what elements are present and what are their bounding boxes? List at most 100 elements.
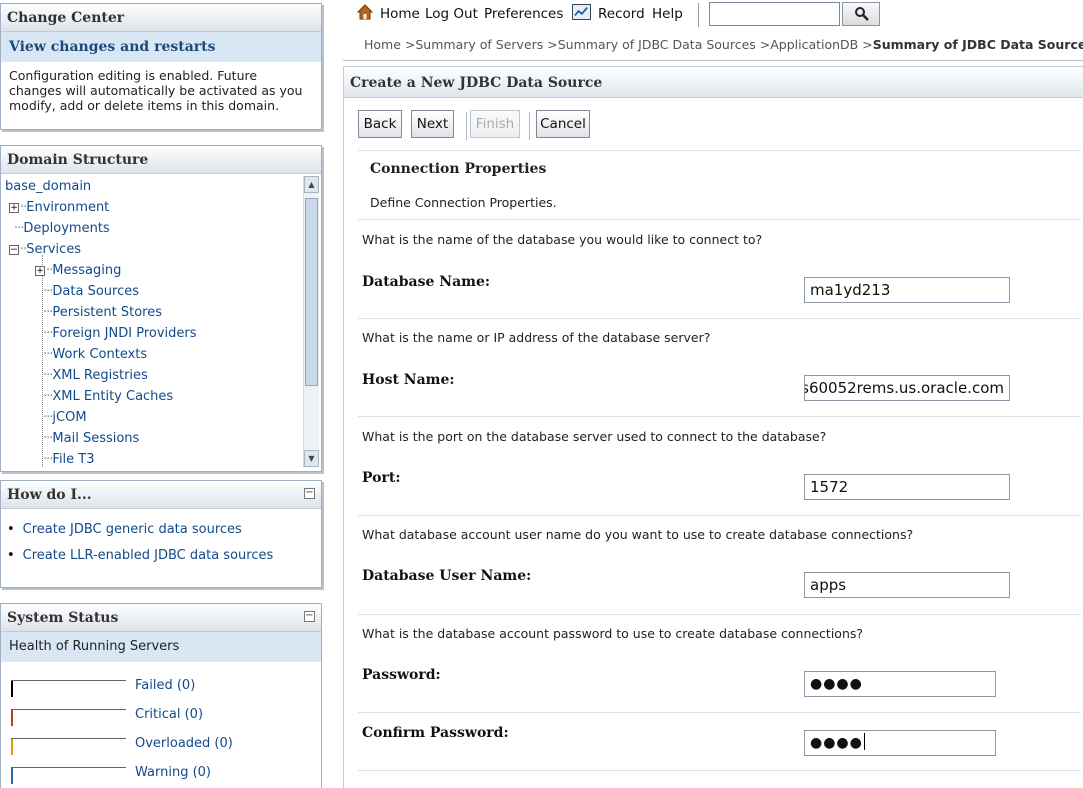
divider xyxy=(358,515,1081,516)
health-link-overloaded[interactable]: Overloaded (0) xyxy=(135,736,233,751)
domain-structure-panel: Domain Structure base_domain + ··Environm… xyxy=(0,145,322,472)
password-input[interactable]: ●●●● xyxy=(804,671,996,697)
tree-item-label: Environment xyxy=(26,200,110,215)
text-caret xyxy=(863,733,865,750)
record-link[interactable]: Record xyxy=(598,6,645,22)
tree-item-base-domain[interactable]: base_domain xyxy=(5,176,91,197)
health-bar xyxy=(11,709,126,726)
breadcrumb: Home >Summary of Servers >Summary of JDB… xyxy=(364,37,1083,52)
tree-item-work-contexts[interactable]: ···Work Contexts xyxy=(43,344,147,365)
weblogic-console: Change Center View changes and restarts … xyxy=(0,0,1083,788)
breadcrumb-current: Summary of JDBC Data Sources xyxy=(872,37,1083,52)
health-bar xyxy=(11,767,126,784)
tree-item-jcom[interactable]: ···jCOM xyxy=(43,407,87,428)
next-button[interactable]: Next xyxy=(411,110,454,138)
database-name-input[interactable]: ma1yd213 xyxy=(804,277,1010,303)
label-confirm-password: Confirm Password: xyxy=(362,725,509,741)
record-icon[interactable] xyxy=(572,4,591,20)
tree-item-persistent-stores[interactable]: ···Persistent Stores xyxy=(43,302,162,323)
tree-item-messaging[interactable]: + ··Messaging xyxy=(35,260,121,281)
expand-icon[interactable]: + xyxy=(35,266,45,276)
health-bar xyxy=(11,738,126,755)
system-status-title: System Status − xyxy=(1,604,321,632)
question-database-name: What is the name of the database you wou… xyxy=(362,232,763,247)
expand-icon[interactable]: + xyxy=(9,203,19,213)
how-link-create-generic[interactable]: Create JDBC generic data sources xyxy=(7,517,315,543)
tree-item-label: Messaging xyxy=(52,263,122,278)
how-do-i-title: How do I... − xyxy=(1,481,321,509)
divider xyxy=(358,416,1081,417)
divider xyxy=(358,614,1081,615)
tree-item-label: XML Registries xyxy=(52,368,148,383)
tree-item-data-sources[interactable]: ···Data Sources xyxy=(43,281,139,302)
how-do-i-list: Create JDBC generic data sources Create … xyxy=(1,509,321,577)
breadcrumb-home[interactable]: Home > xyxy=(364,37,415,52)
main-content: Create a New JDBC Data Source Back Next … xyxy=(343,66,1083,788)
label-host-name: Host Name: xyxy=(362,372,455,388)
port-input[interactable]: 1572 xyxy=(804,474,1010,500)
health-link-warning[interactable]: Warning (0) xyxy=(135,765,211,780)
home-link[interactable]: Home xyxy=(380,6,420,22)
breadcrumb-jdbc[interactable]: Summary of JDBC Data Sources > xyxy=(558,37,770,52)
tree-item-mail-sessions[interactable]: ···Mail Sessions xyxy=(43,428,139,449)
how-do-i-panel: How do I... − Create JDBC generic data s… xyxy=(0,480,322,588)
system-status-panel: System Status − Health of Running Server… xyxy=(0,603,322,788)
how-do-i-title-text: How do I... xyxy=(7,487,92,503)
collapse-icon[interactable]: − xyxy=(304,488,315,499)
back-button[interactable]: Back xyxy=(358,110,402,138)
search-icon xyxy=(855,7,869,21)
tree-scrollbar[interactable]: ▲ ▼ xyxy=(303,176,319,467)
finish-button[interactable]: Finish xyxy=(470,110,520,138)
system-status-title-text: System Status xyxy=(7,610,119,626)
how-link-create-llr[interactable]: Create LLR-enabled JDBC data sources xyxy=(7,543,315,569)
user-name-input[interactable]: apps xyxy=(804,572,1010,598)
tree-item-foreign-jndi[interactable]: ···Foreign JNDI Providers xyxy=(43,323,197,344)
tree-item-label: XML Entity Caches xyxy=(52,389,174,404)
home-icon[interactable] xyxy=(357,4,373,20)
tree-item-label: Services xyxy=(26,242,82,257)
collapse-icon[interactable]: − xyxy=(304,611,315,622)
health-subtitle: Health of Running Servers xyxy=(1,632,321,662)
breadcrumb-appdb[interactable]: ApplicationDB > xyxy=(770,37,873,52)
confirm-password-value: ●●●● xyxy=(810,735,863,751)
collapse-tree-icon[interactable]: − xyxy=(9,245,19,255)
tree-item-label: Foreign JNDI Providers xyxy=(52,326,197,341)
divider xyxy=(358,219,1081,220)
health-bar xyxy=(11,680,126,697)
health-row-failed: Failed (0) xyxy=(11,676,311,698)
label-user-name: Database User Name: xyxy=(362,568,532,584)
change-center-panel: Change Center View changes and restarts … xyxy=(0,3,322,130)
domain-tree: base_domain + ··Environment ···Deployment… xyxy=(1,176,301,467)
page-title: Create a New JDBC Data Source xyxy=(344,66,1083,98)
divider xyxy=(358,150,1081,151)
host-name-input[interactable]: s60052rems.us.oracle.com xyxy=(804,375,1010,401)
divider xyxy=(358,770,1081,771)
button-divider xyxy=(529,112,530,140)
logout-link[interactable]: Log Out xyxy=(425,6,478,22)
scroll-thumb[interactable] xyxy=(305,198,318,386)
domain-structure-title: Domain Structure xyxy=(1,146,321,174)
view-changes-link[interactable]: View changes and restarts xyxy=(1,32,321,62)
health-link-critical[interactable]: Critical (0) xyxy=(135,707,203,722)
tree-item-services[interactable]: − ··Services xyxy=(9,239,81,260)
health-row-overloaded: Overloaded (0) xyxy=(11,734,311,756)
tree-item-file-t3[interactable]: ···File T3 xyxy=(43,449,95,467)
tree-item-environment[interactable]: + ··Environment xyxy=(9,197,109,218)
search-input[interactable] xyxy=(709,2,840,26)
tree-item-xml-entity-caches[interactable]: ···XML Entity Caches xyxy=(43,386,173,407)
health-link-failed[interactable]: Failed (0) xyxy=(135,678,195,693)
scroll-up-icon[interactable]: ▲ xyxy=(304,176,319,193)
preferences-link[interactable]: Preferences xyxy=(484,6,563,22)
breadcrumb-servers[interactable]: Summary of Servers > xyxy=(415,37,557,52)
search-button[interactable] xyxy=(842,2,880,26)
help-link[interactable]: Help xyxy=(652,6,683,22)
confirm-password-input[interactable]: ●●●● xyxy=(804,730,996,756)
divider xyxy=(358,712,1081,713)
left-column: Change Center View changes and restarts … xyxy=(0,0,325,788)
tree-item-deployments[interactable]: ···Deployments xyxy=(14,218,110,239)
tree-item-xml-registries[interactable]: ···XML Registries xyxy=(43,365,148,386)
scroll-down-icon[interactable]: ▼ xyxy=(304,450,319,467)
health-row-warning: Warning (0) xyxy=(11,763,311,785)
cancel-button[interactable]: Cancel xyxy=(536,110,590,138)
change-center-message: Configuration editing is enabled. Future… xyxy=(9,68,303,113)
